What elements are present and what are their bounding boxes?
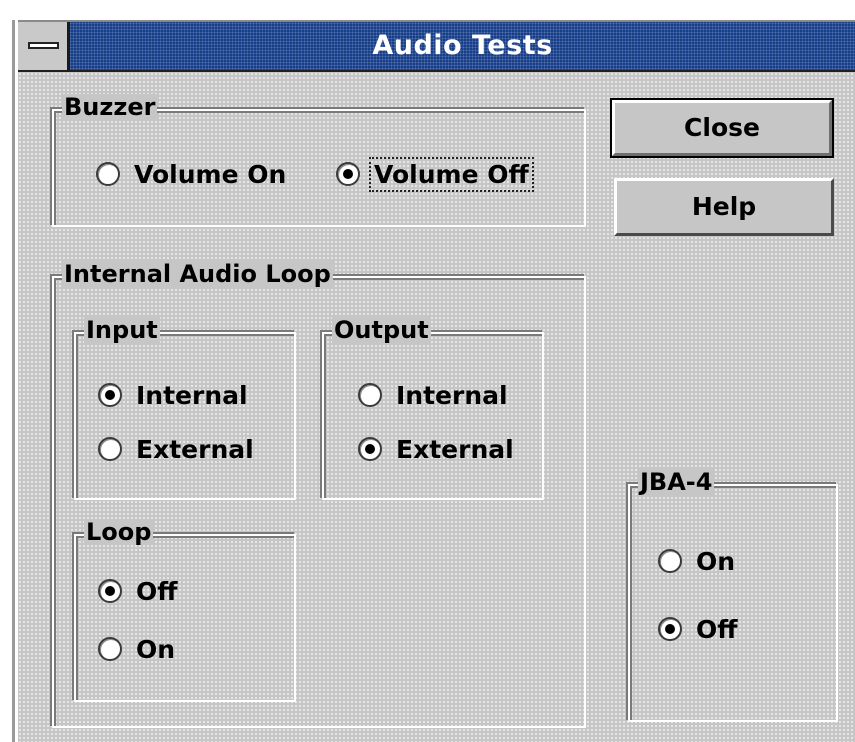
system-menu-icon (28, 42, 59, 49)
internal-audio-loop-group-label: Internal Audio Loop (62, 260, 333, 288)
radio-label-volume-on: Volume On (134, 159, 287, 189)
radio-button-checked[interactable] (98, 579, 122, 603)
jba4-on-option[interactable]: On (658, 544, 737, 578)
radio-button[interactable] (658, 549, 682, 573)
internal-audio-loop-group: Internal Audio Loop Input Internal Exter… (52, 261, 586, 728)
help-button[interactable]: Help (614, 178, 834, 236)
buzzer-group: Buzzer Volume On Volume Off (52, 94, 586, 227)
radio-label-output-internal: Internal (396, 380, 508, 410)
output-group-label: Output (332, 316, 431, 344)
radio-button-checked[interactable] (98, 383, 122, 407)
radio-button-checked[interactable] (658, 617, 682, 641)
jba4-group: JBA-4 On Off (628, 469, 838, 722)
radio-button[interactable] (98, 437, 122, 461)
window-title: Audio Tests (372, 30, 553, 61)
radio-button-checked[interactable] (336, 162, 360, 186)
system-menu-button[interactable] (18, 22, 70, 70)
loop-group-label: Loop (84, 518, 154, 546)
window-frame-left (12, 20, 15, 742)
title-bar[interactable]: Audio Tests (18, 22, 855, 72)
output-group: Output Internal External (322, 317, 544, 500)
radio-label-jba4-off: Off (696, 614, 738, 644)
radio-label-jba4-on: On (696, 546, 736, 576)
input-internal-option[interactable]: Internal (98, 378, 250, 412)
radio-label-input-internal: Internal (136, 380, 248, 410)
close-button[interactable]: Close (612, 100, 832, 156)
loop-group: Loop Off On (74, 519, 296, 702)
jba4-off-option[interactable]: Off (658, 612, 740, 646)
radio-label-loop-off: Off (136, 576, 178, 606)
input-external-option[interactable]: External (98, 432, 256, 466)
loop-off-option[interactable]: Off (98, 574, 180, 608)
buzzer-volume-off-option[interactable]: Volume Off (336, 156, 534, 192)
radio-button-checked[interactable] (358, 437, 382, 461)
input-group: Input Internal External (74, 317, 296, 500)
radio-label-output-external: External (396, 434, 514, 464)
radio-button[interactable] (358, 383, 382, 407)
dialog-client-area: Buzzer Volume On Volume Off Close Help I… (18, 72, 855, 742)
radio-button[interactable] (96, 162, 120, 186)
audio-tests-dialog: Audio Tests Buzzer Volume On Volume Off … (0, 0, 855, 742)
input-group-label: Input (84, 316, 160, 344)
output-internal-option[interactable]: Internal (358, 378, 510, 412)
radio-label-volume-off: Volume Off (369, 156, 534, 192)
close-button-frame: Close (610, 98, 834, 158)
buzzer-group-label: Buzzer (62, 93, 158, 121)
radio-label-loop-on: On (136, 634, 176, 664)
radio-button[interactable] (98, 637, 122, 661)
buzzer-volume-on-option[interactable]: Volume On (96, 157, 288, 191)
output-external-option[interactable]: External (358, 432, 516, 466)
radio-label-input-external: External (136, 434, 254, 464)
loop-on-option[interactable]: On (98, 632, 177, 666)
jba4-group-label: JBA-4 (638, 468, 715, 496)
